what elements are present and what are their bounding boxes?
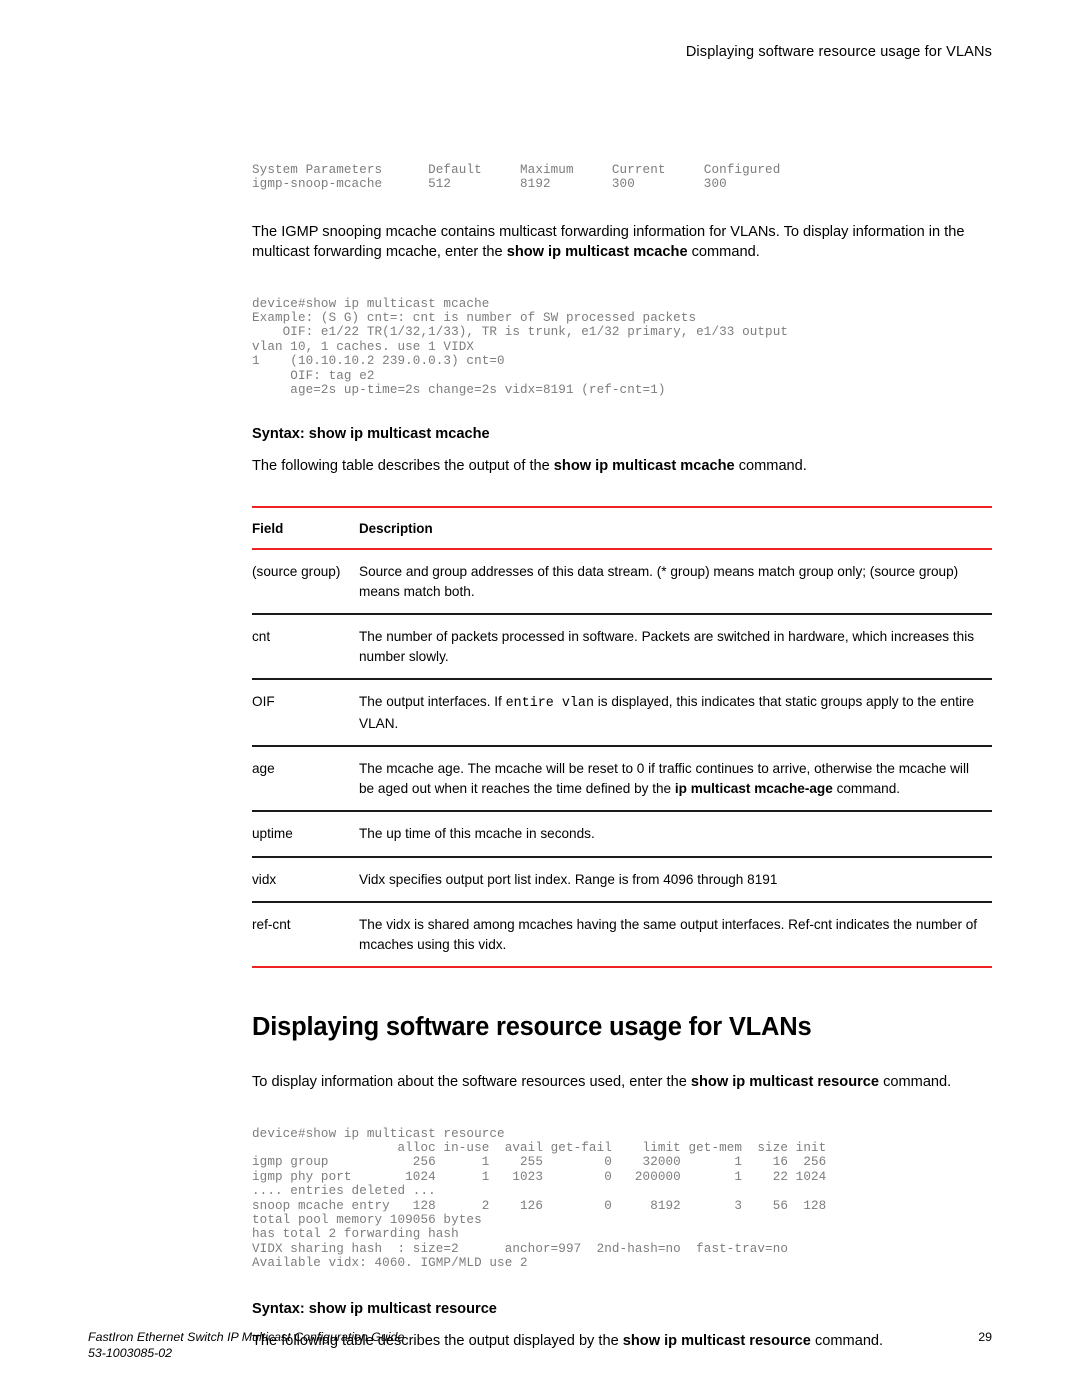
table-row: vidx Vidx specifies output port list inde… — [252, 856, 992, 904]
description-fragment: The number of packets processed in softw… — [359, 629, 975, 664]
table-row: OIF The output interfaces. If entire vlan… — [252, 679, 992, 748]
code-block-show-ip-multicast-mcache: device#show ip multicast mcache Example:… — [252, 296, 789, 398]
table-body: (source group) Source and group addresses… — [252, 549, 992, 969]
table-cell-field: uptime — [252, 811, 359, 858]
table-cell-description: The vidx is shared among mcaches having … — [359, 902, 992, 969]
table-cell-description: Vidx specifies output port list index. R… — [359, 856, 992, 904]
table-cell-description: Source and group addresses of this data … — [359, 549, 992, 616]
description-fragment: entire vlan — [505, 696, 594, 712]
table-cell-description: The number of packets processed in softw… — [359, 614, 992, 681]
code-block-system-parameters: System Parameters Default Maximum Curren… — [252, 162, 781, 191]
table-row: age The mcache age. The mcache will be re… — [252, 746, 992, 813]
paragraph-igmp-snooping-mcache: The IGMP snooping mcache contains multic… — [252, 222, 992, 262]
code-block-show-ip-multicast-resource: device#show ip multicast resource alloc … — [252, 1126, 827, 1271]
paragraph-2-command: show ip multicast mcache — [553, 458, 735, 475]
paragraph-3-text-after: command. — [879, 1074, 952, 1091]
description-fragment: The vidx is shared among mcaches having … — [359, 917, 978, 952]
description-fragment: The up time of this mcache in seconds. — [359, 826, 595, 842]
document-page: Displaying software resource usage for V… — [0, 0, 1080, 1397]
table-cell-description: The mcache age. The mcache will be reset… — [359, 746, 992, 813]
paragraph-table-intro-mcache: The following table describes the output… — [252, 456, 992, 476]
table-cell-field: OIF — [252, 679, 359, 748]
table-row: uptime The up time of this mcache in seco… — [252, 811, 992, 858]
syntax-show-ip-multicast-resource: Syntax: show ip multicast resource — [252, 1301, 497, 1318]
description-fragment: Vidx specifies output port list index. R… — [359, 871, 778, 887]
description-fragment: Source and group addresses of this data … — [359, 564, 959, 599]
table-cell-field: age — [252, 746, 359, 813]
page-content: System Parameters Default Maximum Curren… — [252, 150, 992, 1351]
table-cell-field: (source group) — [252, 549, 359, 616]
paragraph-3-command: show ip multicast resource — [690, 1074, 880, 1091]
field-description-table: Field Description (source group) Source a… — [252, 506, 992, 969]
table-cell-field: vidx — [252, 856, 359, 904]
paragraph-2-text-before: The following table describes the output… — [252, 458, 554, 475]
table-row: ref-cnt The vidx is shared among mcaches … — [252, 902, 992, 969]
table-cell-field: ref-cnt — [252, 902, 359, 969]
table-row: (source group) Source and group addresses… — [252, 549, 992, 616]
table-cell-description: The up time of this mcache in seconds. — [359, 811, 992, 858]
column-header-description: Description — [359, 506, 992, 551]
paragraph-1-command: show ip multicast mcache — [506, 244, 688, 260]
footer-document-id: 53-1003085-02 — [88, 1345, 173, 1360]
paragraph-1-text-after: command. — [687, 244, 760, 260]
paragraph-resource-intro: To display information about the softwar… — [252, 1072, 992, 1092]
running-header: Displaying software resource usage for V… — [685, 44, 992, 60]
paragraph-3-text-before: To display information about the softwar… — [252, 1074, 691, 1091]
footer-page-number: 29 — [978, 1330, 992, 1344]
page-footer: FastIron Ethernet Switch IP Multicast Co… — [88, 1330, 992, 1361]
description-fragment: command. — [832, 780, 901, 796]
table-cell-description: The output interfaces. If entire vlan is… — [359, 679, 992, 748]
description-fragment: The output interfaces. If — [359, 694, 506, 710]
table-cell-field: cnt — [252, 614, 359, 681]
footer-document-title: FastIron Ethernet Switch IP Multicast Co… — [88, 1330, 405, 1344]
section-heading-displaying-software-resource-usage: Displaying software resource usage for V… — [252, 1013, 812, 1042]
table-row: cnt The number of packets processed in so… — [252, 614, 992, 681]
table-header-row: Field Description — [252, 506, 992, 551]
description-fragment: ip multicast mcache-age — [674, 780, 833, 796]
paragraph-2-text-after: command. — [734, 458, 807, 475]
syntax-show-ip-multicast-mcache: Syntax: show ip multicast mcache — [252, 426, 490, 443]
column-header-field: Field — [252, 506, 359, 551]
